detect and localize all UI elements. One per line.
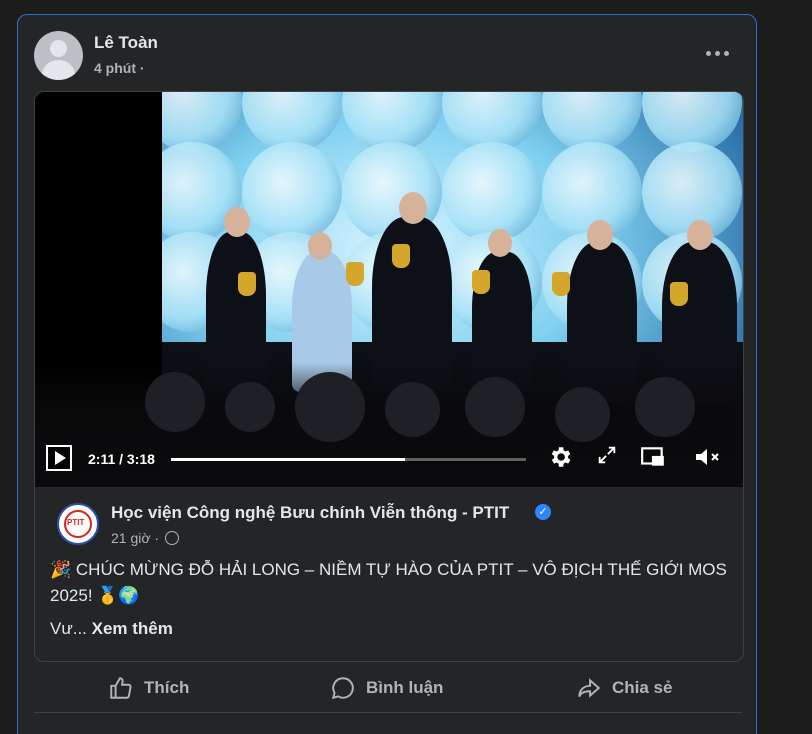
avatar[interactable] (34, 31, 83, 80)
play-icon[interactable] (46, 445, 72, 471)
divider (34, 712, 742, 713)
shared-post-timestamp[interactable]: 21 giờ · (111, 530, 159, 546)
picture-in-picture-icon[interactable] (639, 444, 667, 472)
settings-icon[interactable] (546, 444, 574, 472)
page-logo-text: PTIT (67, 518, 85, 527)
post-text-truncated: Vư... Xem thêm (50, 619, 173, 639)
comment-icon (331, 677, 354, 700)
audience (35, 362, 743, 487)
video-player[interactable]: 2:11 / 3:18 (35, 92, 743, 487)
comment-button[interactable]: Bình luận (330, 671, 443, 705)
more-horizontal-icon[interactable] (706, 41, 730, 65)
truncated-text: Vư... (50, 619, 87, 638)
share-button[interactable]: Chia sẻ (576, 671, 672, 705)
author-name[interactable]: Lê Toàn (94, 33, 158, 53)
like-button[interactable]: Thích (108, 671, 189, 705)
like-icon (110, 677, 132, 699)
mute-icon[interactable] (693, 444, 721, 472)
verified-badge-icon: ✓ (535, 504, 551, 520)
post-actions: Thích Bình luận Chia sẻ (18, 671, 758, 705)
share-label: Chia sẻ (612, 678, 673, 697)
comment-label: Bình luận (366, 678, 444, 697)
like-label: Thích (144, 678, 190, 697)
shared-post[interactable]: 2:11 / 3:18 PTIT Học viện Công nghệ Bưu … (34, 91, 744, 662)
share-icon (578, 678, 601, 698)
video-progress-fill (171, 458, 406, 461)
page-background-strip (757, 0, 812, 720)
globe-icon (164, 531, 179, 545)
shared-post-meta: 21 giờ · (111, 530, 179, 546)
page-logo[interactable]: PTIT (57, 503, 99, 545)
post-timestamp[interactable]: 4 phút · (94, 60, 145, 76)
video-progress-bar[interactable] (171, 458, 526, 461)
see-more-link[interactable]: Xem thêm (92, 619, 173, 638)
page-name[interactable]: Học viện Công nghệ Bưu chính Viễn thông … (111, 503, 509, 523)
fullscreen-icon[interactable] (593, 444, 621, 472)
post-text: 🎉 CHÚC MỪNG ĐỖ HẢI LONG – NIỀM TỰ HÀO CỦ… (50, 560, 727, 605)
feed-post: Lê Toàn 4 phút · 2:11 / 3:18 PTIT Học vi… (17, 14, 757, 734)
video-time: 2:11 / 3:18 (88, 451, 155, 467)
